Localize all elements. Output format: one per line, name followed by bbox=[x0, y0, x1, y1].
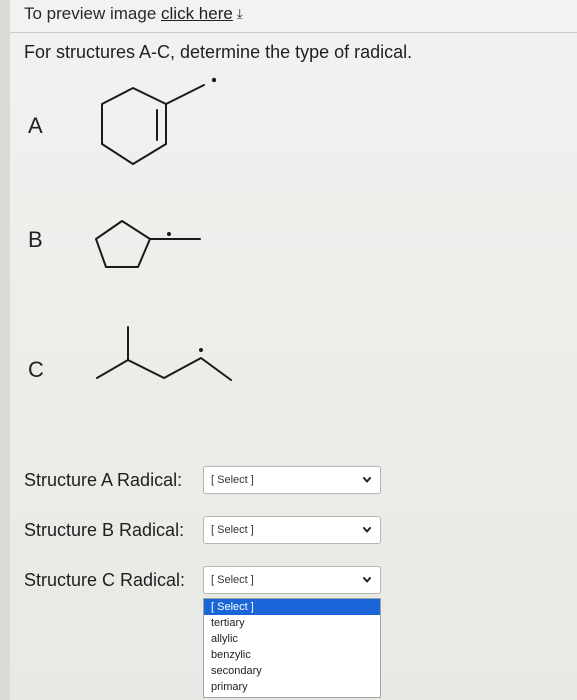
preview-line: To preview image click here ⤓ bbox=[24, 4, 243, 24]
page-background bbox=[0, 0, 577, 700]
preview-prefix: To preview image bbox=[24, 4, 157, 23]
structure-c-dropdown-list: [ Select ] tertiary allylic benzylic sec… bbox=[203, 598, 381, 698]
option-primary[interactable]: primary bbox=[204, 679, 380, 695]
chevron-down-icon bbox=[363, 477, 371, 483]
branch-bonds bbox=[96, 326, 129, 379]
structure-c-drawing bbox=[96, 326, 232, 381]
structure-b-drawing bbox=[95, 220, 201, 268]
question-text: For structures A-C, determine the type o… bbox=[24, 42, 413, 62]
select-value-a: [ Select ] bbox=[211, 474, 254, 486]
cyclopentane-ring bbox=[95, 220, 151, 268]
download-icon[interactable]: ⤓ bbox=[237, 6, 243, 22]
option-tertiary[interactable]: tertiary bbox=[204, 615, 380, 631]
radical-dot-a bbox=[211, 77, 217, 83]
structure-a-label: A bbox=[28, 113, 43, 138]
structure-c-radical-label: Structure C Radical: bbox=[24, 570, 186, 590]
structure-a-drawing bbox=[101, 77, 217, 165]
structure-a-radical-select[interactable]: [ Select ] bbox=[203, 466, 381, 494]
left-edge-bar bbox=[0, 0, 10, 700]
structure-c-label: C bbox=[28, 357, 44, 382]
click-here-link[interactable]: click here bbox=[161, 4, 233, 23]
option-benzylic[interactable]: benzylic bbox=[204, 647, 380, 663]
structure-a-radical-label: Structure A Radical: bbox=[24, 470, 183, 490]
structure-b-radical-label: Structure B Radical: bbox=[24, 520, 185, 540]
structure-c-radical-select[interactable]: [ Select ] bbox=[203, 566, 381, 594]
chevron-down-icon bbox=[363, 577, 371, 583]
option-select[interactable]: [ Select ] bbox=[204, 599, 380, 615]
divider bbox=[10, 32, 577, 33]
select-value-b: [ Select ] bbox=[211, 524, 254, 536]
radical-dot-b bbox=[167, 232, 171, 236]
main-chain-bonds bbox=[127, 357, 232, 381]
option-allylic[interactable]: allylic bbox=[204, 631, 380, 647]
option-secondary[interactable]: secondary bbox=[204, 663, 380, 679]
select-value-c: [ Select ] bbox=[211, 574, 254, 586]
structure-b-label: B bbox=[28, 227, 43, 252]
structure-b-radical-select[interactable]: [ Select ] bbox=[203, 516, 381, 544]
chevron-down-icon bbox=[363, 527, 371, 533]
methylene-bond bbox=[165, 84, 205, 105]
radical-dot-c bbox=[199, 348, 203, 352]
